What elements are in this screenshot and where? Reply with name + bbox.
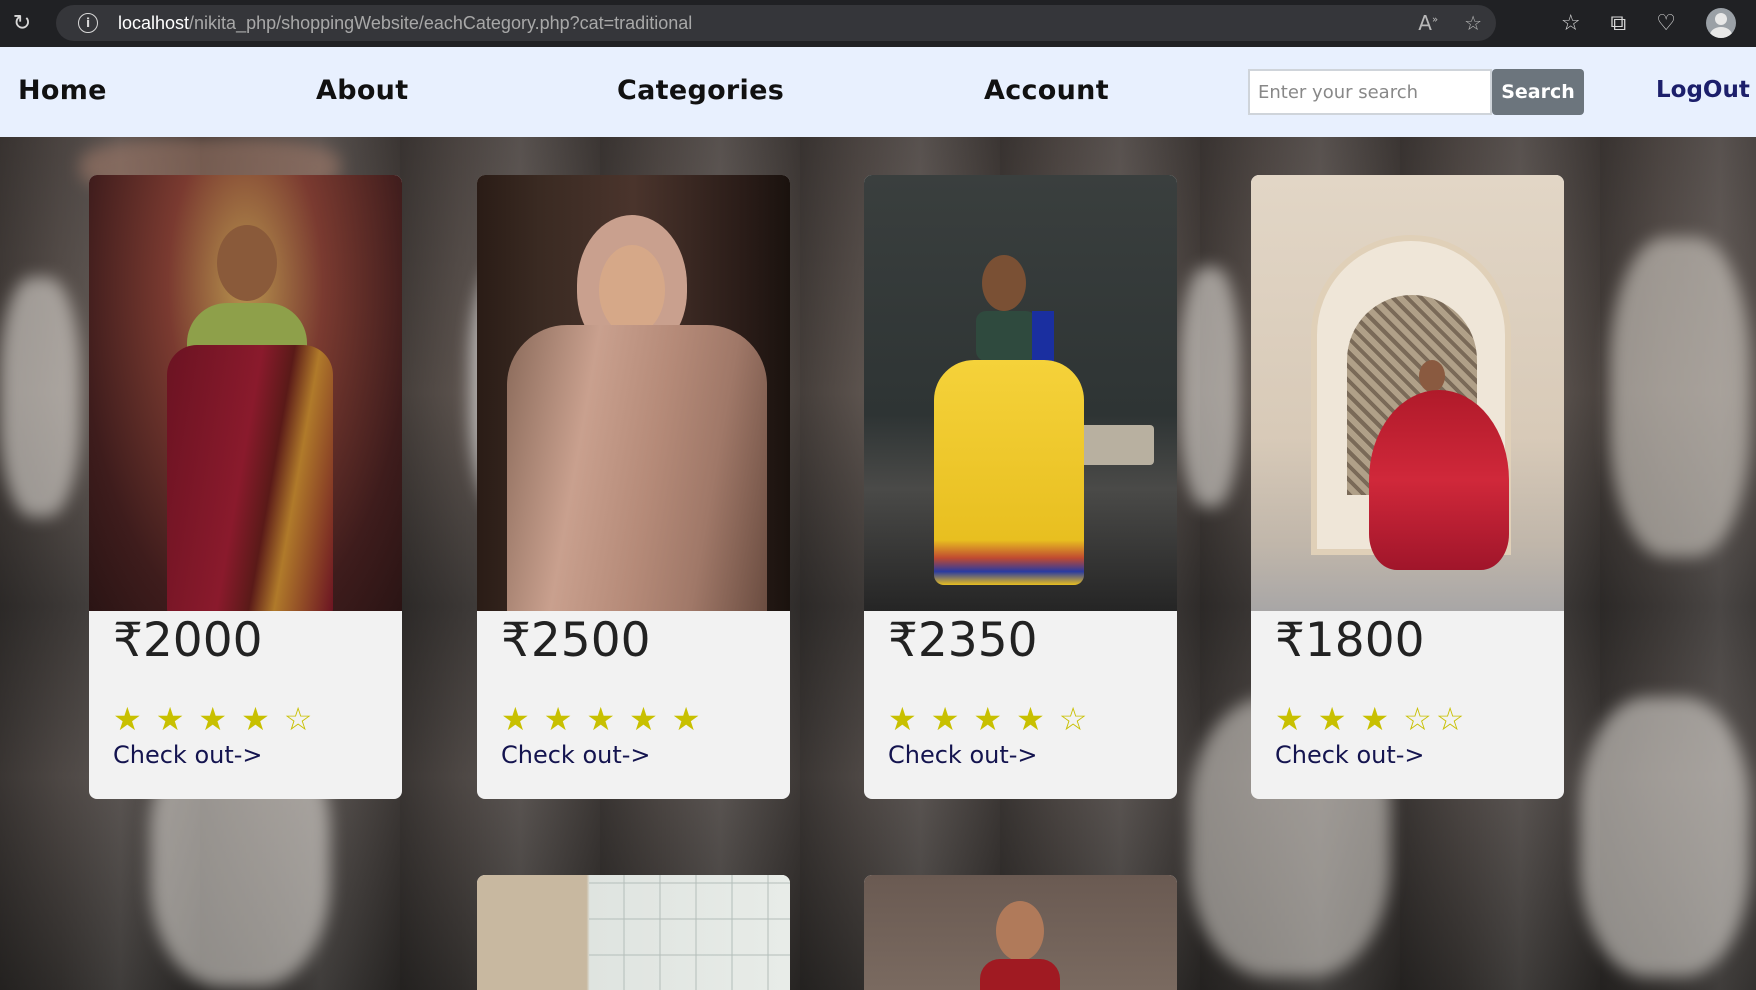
read-aloud-icon[interactable]: A»: [1418, 11, 1438, 35]
figure-head: [996, 901, 1044, 961]
add-favorite-icon[interactable]: ☆: [1464, 11, 1482, 35]
star-rating: ★ ★ ★ ☆ ☆: [1275, 703, 1464, 735]
star-icon: ★: [241, 700, 270, 738]
star-icon: ★: [1016, 700, 1045, 738]
product-price: ₹2500: [501, 613, 651, 668]
star-icon: ★: [629, 700, 658, 738]
product-price: ₹1800: [1275, 613, 1425, 668]
product-image[interactable]: [864, 875, 1177, 990]
star-icon: ★: [973, 700, 1003, 738]
background-blur-shape: [0, 277, 80, 517]
star-icon: ★: [543, 700, 573, 738]
figure-dupatta: [507, 325, 767, 611]
url-path: /nikita_php/shoppingWebsite/eachCategory…: [189, 12, 693, 33]
star-outline-icon: ☆: [1058, 700, 1088, 738]
logout-link[interactable]: LogOut: [1656, 77, 1750, 103]
product-image[interactable]: [1251, 175, 1564, 611]
product-card: ₹2000 ★ ★ ★ ★ ☆ Check out->: [89, 175, 402, 799]
favorites-icon[interactable]: ☆: [1561, 11, 1581, 36]
star-outline-icon: ☆: [1403, 700, 1432, 738]
star-icon: ★: [501, 700, 530, 738]
tile-wall: [589, 875, 790, 990]
product-price: ₹2000: [113, 613, 263, 668]
star-icon: ★: [1360, 700, 1390, 738]
profile-avatar-icon[interactable]: [1706, 8, 1736, 38]
star-rating: ★ ★ ★ ★ ★: [501, 703, 700, 735]
checkout-link[interactable]: Check out->: [1275, 741, 1425, 769]
figure-head: [1419, 360, 1445, 392]
browser-essentials-icon[interactable]: ♡: [1656, 11, 1676, 36]
star-outline-icon: ☆: [1435, 700, 1465, 738]
background-blur-shape: [1610, 237, 1750, 557]
product-image[interactable]: [89, 175, 402, 611]
star-icon: ★: [930, 700, 960, 738]
product-card: [477, 875, 790, 990]
product-price: ₹2350: [888, 613, 1038, 668]
product-card: [864, 875, 1177, 990]
star-rating: ★ ★ ★ ★ ☆: [888, 703, 1087, 735]
figure-saree: [167, 345, 333, 611]
collections-icon[interactable]: ⧉: [1611, 11, 1627, 36]
product-image[interactable]: [477, 875, 790, 990]
background-blur-shape: [1580, 697, 1750, 977]
figure-head: [217, 225, 277, 301]
nav-account-link[interactable]: Account: [984, 75, 1109, 106]
star-outline-icon: ☆: [283, 700, 313, 738]
star-rating: ★ ★ ★ ★ ☆: [113, 703, 312, 735]
nav-categories-link[interactable]: Categories: [617, 75, 784, 106]
star-icon: ★: [1275, 700, 1304, 738]
nav-home-link[interactable]: Home: [18, 75, 107, 106]
address-bar[interactable]: i localhost/nikita_php/shoppingWebsite/e…: [56, 5, 1496, 41]
browser-toolbar: ↻ i localhost/nikita_php/shoppingWebsite…: [0, 0, 1756, 47]
checkout-link[interactable]: Check out->: [113, 741, 263, 769]
figure-skirt: [934, 360, 1084, 585]
checkout-link[interactable]: Check out->: [888, 741, 1038, 769]
figure-blouse: [980, 959, 1060, 990]
figure-face: [599, 245, 665, 335]
figure-blouse: [976, 311, 1036, 361]
product-card: ₹2500 ★ ★ ★ ★ ★ Check out->: [477, 175, 790, 799]
nav-about-link[interactable]: About: [316, 75, 408, 106]
site-info-icon[interactable]: i: [78, 13, 98, 33]
figure-lehenga: [1369, 390, 1509, 570]
product-image[interactable]: [864, 175, 1177, 611]
star-icon: ★: [888, 700, 917, 738]
star-icon: ★: [198, 700, 228, 738]
figure-head: [982, 255, 1026, 311]
url-text[interactable]: localhost/nikita_php/shoppingWebsite/eac…: [118, 13, 692, 34]
star-icon: ★: [586, 700, 616, 738]
reload-icon[interactable]: ↻: [10, 11, 34, 36]
checkout-link[interactable]: Check out->: [501, 741, 651, 769]
product-card: ₹1800 ★ ★ ★ ☆ ☆ Check out->: [1251, 175, 1564, 799]
star-icon: ★: [113, 700, 142, 738]
navbar: Home About Categories Account Search Log…: [0, 47, 1756, 137]
search-input[interactable]: [1248, 69, 1492, 115]
background-blur-shape: [1180, 267, 1240, 507]
product-card: ₹2350 ★ ★ ★ ★ ☆ Check out->: [864, 175, 1177, 799]
star-icon: ★: [671, 700, 701, 738]
search-button[interactable]: Search: [1492, 69, 1584, 115]
star-icon: ★: [1317, 700, 1347, 738]
url-host: localhost: [118, 12, 190, 33]
star-icon: ★: [155, 700, 185, 738]
product-image[interactable]: [477, 175, 790, 611]
